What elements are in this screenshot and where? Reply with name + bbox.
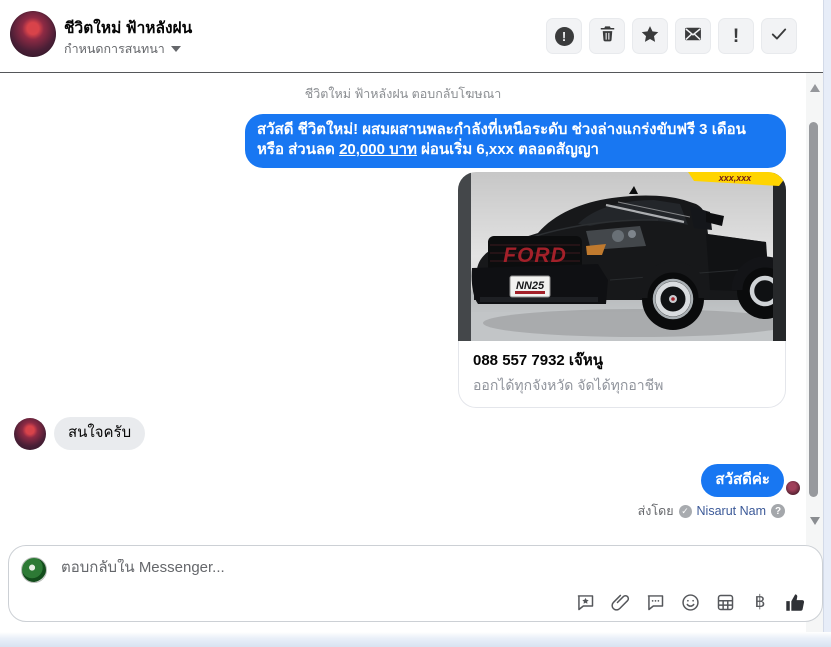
scrollbar-thumb[interactable]	[809, 122, 818, 497]
report-icon: !	[554, 26, 574, 46]
ad-context-label: ชีวิตใหม่ ฟ้าหลังฝน ตอบกลับโฆษณา	[304, 87, 502, 101]
scroll-up-icon[interactable]	[810, 84, 820, 92]
outgoing-message-bubble: สวัสดีค่ะ	[701, 464, 784, 497]
trash-icon	[598, 24, 617, 48]
delete-button[interactable]	[589, 18, 625, 54]
page-edge-strip	[823, 0, 831, 647]
mark-unread-button[interactable]	[675, 18, 711, 54]
composer-toolbar: ฿	[574, 591, 806, 613]
price-banner-text: xxx,xxx	[718, 173, 753, 183]
ad-card-subtitle: ออกได้ทุกจังหวัด จัดได้ทุกอาชีพ	[473, 377, 664, 393]
page-logo-avatar	[21, 557, 47, 583]
conversation-schedule-label: กำหนดการสนทนา	[64, 42, 165, 56]
done-button[interactable]	[761, 18, 797, 54]
ad-attachment-card[interactable]: FORD NN25 xxx,xxx 088 557 7932 เจ๊หนู ออ…	[458, 172, 786, 408]
ad-discount-link[interactable]: 20,000 บาท	[339, 141, 417, 158]
ad-card-info: 088 557 7932 เจ๊หนู ออกได้ทุกจังหวัด จัด…	[458, 341, 786, 408]
ad-card-title: 088 557 7932 เจ๊หนู	[473, 352, 603, 369]
payment-grid-icon[interactable]	[714, 591, 736, 613]
incoming-message-bubble: สนใจครับ	[54, 417, 146, 450]
sent-by-prefix: ส่งโดย	[637, 504, 674, 518]
seen-indicator-avatar	[786, 481, 800, 495]
conversation-schedule-dropdown[interactable]: กำหนดการสนทนา	[64, 39, 181, 59]
important-button[interactable]: !	[718, 18, 754, 54]
help-icon[interactable]: ?	[771, 504, 785, 518]
header-action-buttons: ! !	[546, 18, 797, 54]
saved-replies-icon[interactable]	[574, 591, 596, 613]
reply-composer: ฿	[8, 545, 823, 622]
important-icon: !	[732, 25, 740, 47]
star-icon	[640, 24, 660, 49]
paperclip-icon[interactable]	[609, 591, 631, 613]
header-divider	[0, 72, 823, 73]
star-button[interactable]	[632, 18, 668, 54]
emoji-icon[interactable]	[679, 591, 701, 613]
ad-message-bubble: สวัสดี ชีวิตใหม่! ผสมผสานพละกำลังที่เหนื…	[245, 114, 786, 168]
agent-name-link[interactable]: Nisarut Nam	[697, 504, 766, 518]
comment-icon[interactable]	[644, 591, 666, 613]
mark-unread-icon	[683, 24, 703, 49]
reply-input[interactable]	[61, 559, 481, 576]
page-bottom-strip	[0, 632, 831, 647]
contact-name: ชีวิตใหม่ ฟ้าหลังฝน	[64, 20, 193, 37]
done-check-icon	[769, 24, 789, 49]
customer-avatar[interactable]	[14, 418, 46, 450]
sent-by-line: ส่งโดย ✓ Nisarut Nam ?	[638, 501, 785, 521]
report-button[interactable]: !	[546, 18, 582, 54]
chevron-down-icon	[170, 46, 181, 52]
baht-icon[interactable]: ฿	[749, 591, 771, 613]
agent-badge-icon: ✓	[678, 504, 692, 518]
car-photo: FORD NN25 xxx,xxx	[458, 172, 786, 341]
license-plate-text: NN25	[516, 280, 545, 292]
page-inbox-window: ชีวิตใหม่ ฟ้าหลังฝน กำหนดการสนทนา ! ! ชี…	[0, 0, 831, 647]
grille-brand-text: FORD	[503, 244, 567, 267]
like-thumb-icon[interactable]	[784, 591, 806, 613]
scroll-down-icon[interactable]	[810, 517, 820, 525]
ad-message-text-tail: ผ่อนเริ่ม 6,xxx ตลอดสัญญา	[416, 141, 599, 158]
conversation-header: ชีวิตใหม่ ฟ้าหลังฝน กำหนดการสนทนา ! !	[0, 0, 823, 72]
contact-avatar[interactable]	[10, 11, 56, 57]
